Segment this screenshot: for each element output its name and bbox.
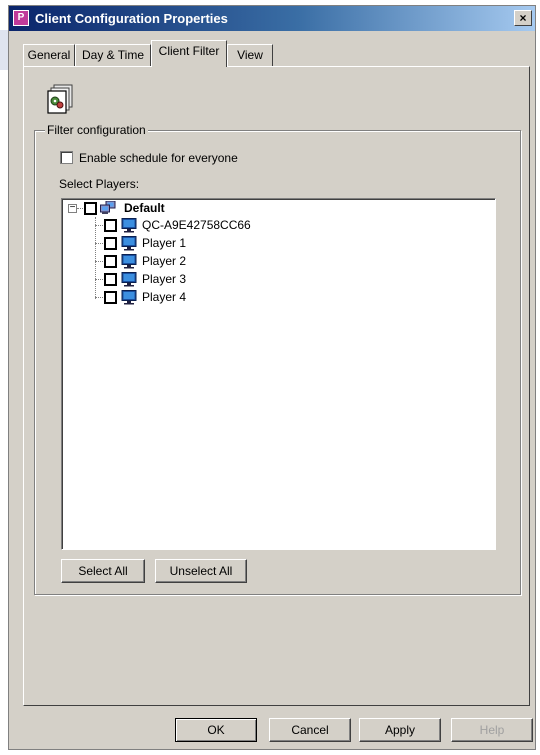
tab-day-time[interactable]: Day & Time <box>75 44 151 66</box>
player-checkbox[interactable] <box>104 219 117 232</box>
tree-item-label[interactable]: Player 3 <box>142 272 186 286</box>
window-title: Client Configuration Properties <box>35 11 228 26</box>
unselect-all-button[interactable]: Unselect All <box>155 559 247 583</box>
help-button[interactable]: Help <box>451 718 533 742</box>
monitor-icon <box>121 272 137 287</box>
network-computers-icon <box>100 201 116 214</box>
ok-button[interactable]: OK <box>175 718 257 742</box>
select-players-label: Select Players: <box>59 177 140 191</box>
group-title: Filter configuration <box>45 123 148 137</box>
monitor-icon <box>121 254 137 269</box>
app-icon: P <box>13 10 29 26</box>
player-checkbox[interactable] <box>104 291 117 304</box>
tab-view-label: View <box>237 48 263 62</box>
title-bar[interactable]: P Client Configuration Properties × <box>9 6 535 31</box>
tree-connector <box>95 225 103 226</box>
tree-collapse-toggle[interactable]: − <box>68 203 77 213</box>
tab-view[interactable]: View <box>227 44 273 66</box>
player-checkbox[interactable] <box>104 273 117 286</box>
configuration-document-icon <box>47 84 73 114</box>
tree-connector <box>95 279 103 280</box>
tree-item-label[interactable]: Player 4 <box>142 290 186 304</box>
tree-connector <box>77 208 83 209</box>
monitor-icon <box>121 236 137 251</box>
monitor-icon <box>121 218 137 233</box>
tree-connector <box>95 261 103 262</box>
tree-root-label[interactable]: Default <box>124 201 165 215</box>
tree-connector <box>95 217 96 299</box>
player-checkbox[interactable] <box>104 237 117 250</box>
enable-schedule-checkbox[interactable] <box>60 151 73 164</box>
tab-day-time-label: Day & Time <box>81 48 144 62</box>
tree-connector <box>95 297 103 298</box>
tree-connector <box>95 243 103 244</box>
players-tree[interactable]: − Default QC-A9E42758CC66 Player 1 Playe… <box>61 198 496 550</box>
default-checkbox[interactable] <box>84 202 97 215</box>
cancel-button[interactable]: Cancel <box>269 718 351 742</box>
tree-item-label[interactable]: Player 2 <box>142 254 186 268</box>
close-button[interactable]: × <box>514 10 532 26</box>
enable-schedule-label: Enable schedule for everyone <box>79 151 238 165</box>
tab-general[interactable]: General <box>23 44 75 66</box>
tab-client-filter[interactable]: Client Filter <box>151 40 227 67</box>
tab-general-label: General <box>27 48 71 62</box>
tab-client-filter-label: Client Filter <box>158 44 220 58</box>
background-window-edge <box>0 30 8 70</box>
monitor-icon <box>121 290 137 305</box>
player-checkbox[interactable] <box>104 255 117 268</box>
tree-item-label[interactable]: QC-A9E42758CC66 <box>142 218 251 232</box>
filter-configuration-group: Filter configuration Enable schedule for… <box>34 123 521 595</box>
select-all-button[interactable]: Select All <box>61 559 145 583</box>
apply-button[interactable]: Apply <box>359 718 441 742</box>
properties-dialog: P Client Configuration Properties × Gene… <box>8 5 536 750</box>
tree-item-label[interactable]: Player 1 <box>142 236 186 250</box>
client-filter-page: Filter configuration Enable schedule for… <box>23 66 530 706</box>
